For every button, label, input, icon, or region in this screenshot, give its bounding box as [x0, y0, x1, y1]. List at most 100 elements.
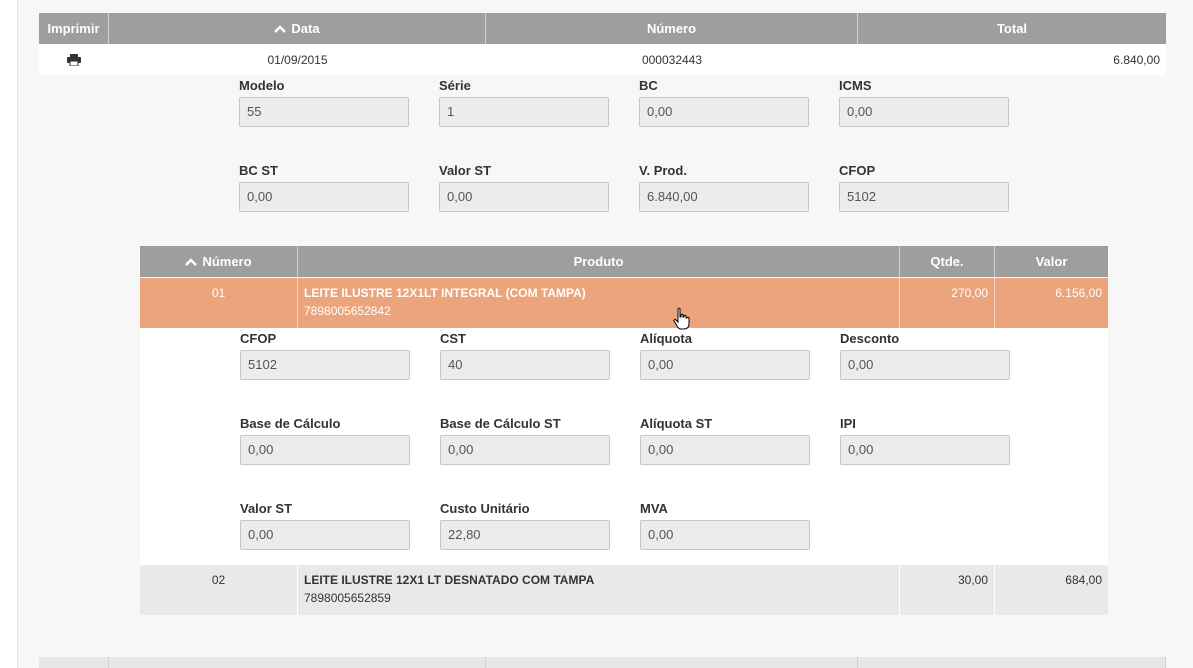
- items-table-header: Número Produto Qtde. Valor: [140, 246, 1108, 277]
- items-col-valor[interactable]: Valor: [995, 246, 1108, 277]
- bc-st-input[interactable]: 0,00: [239, 182, 409, 212]
- bc-st-label: BC ST: [239, 163, 278, 178]
- item-cst-input[interactable]: 40: [440, 350, 610, 380]
- note-total: 6.840,00: [1113, 52, 1160, 67]
- item-aliquota-input[interactable]: 0,00: [640, 350, 810, 380]
- item-row[interactable]: 02 LEITE ILUSTRE 12X1 LT DESNATADO COM T…: [140, 565, 1108, 615]
- item-produto-name: LEITE ILUSTRE 12X1LT INTEGRAL (COM TAMPA…: [304, 286, 586, 300]
- item-mva-input[interactable]: 0,00: [640, 520, 810, 550]
- item-base-calculo-label: Base de Cálculo: [240, 416, 341, 431]
- item-valor-st-input[interactable]: 0,00: [240, 520, 410, 550]
- next-note-row[interactable]: [39, 657, 1166, 668]
- item-ipi-label: IPI: [840, 416, 856, 431]
- item-valor: 684,00: [1065, 573, 1102, 587]
- col-header-data[interactable]: Data: [109, 13, 486, 44]
- items-col-qtde[interactable]: Qtde.: [900, 246, 995, 277]
- note-number: 000032443: [641, 52, 703, 67]
- bc-input[interactable]: 0,00: [639, 97, 809, 127]
- col-header-data-label: Data: [291, 21, 320, 36]
- note-row[interactable]: 01/09/2015 000032443 6.840,00: [39, 44, 1166, 75]
- notes-table-header: Imprimir Data Número Total: [39, 13, 1166, 44]
- next-date-cell: [109, 657, 486, 668]
- item-mva-label: MVA: [640, 501, 668, 516]
- serie-field: Série 1: [439, 77, 609, 127]
- col-header-imprimir-label: Imprimir: [47, 21, 100, 36]
- item-produto-name: LEITE ILUSTRE 12X1 LT DESNATADO COM TAMP…: [304, 573, 595, 587]
- v-prod-label: V. Prod.: [639, 163, 687, 178]
- item-custo-unitario-input[interactable]: 22,80: [440, 520, 610, 550]
- valor-st-field: Valor ST 0,00: [439, 162, 609, 212]
- item-ipi-input[interactable]: 0,00: [840, 435, 1010, 465]
- item-valor-st-label: Valor ST: [240, 501, 293, 516]
- item-numero: 02: [140, 565, 298, 615]
- next-number-cell: [486, 657, 858, 668]
- bc-field: BC 0,00: [639, 77, 809, 127]
- col-header-total[interactable]: Total: [858, 13, 1166, 44]
- item-desconto-label: Desconto: [840, 331, 900, 346]
- modelo-label: Modelo: [239, 78, 285, 93]
- bc-label: BC: [639, 78, 658, 93]
- item-aliquota-st-field: Alíquota ST 0,00: [640, 415, 810, 465]
- item-desconto-field: Desconto 0,00: [840, 330, 1010, 380]
- item-cst-field: CST 40: [440, 330, 610, 380]
- v-prod-field: V. Prod. 6.840,00: [639, 162, 809, 212]
- item-cfop-input[interactable]: 5102: [240, 350, 410, 380]
- items-col-produto[interactable]: Produto: [298, 246, 900, 277]
- col-header-numero-label: Número: [646, 21, 697, 36]
- cfop-field: CFOP 5102: [839, 162, 1009, 212]
- item-qtde: 30,00: [900, 565, 995, 615]
- serie-label: Série: [439, 78, 471, 93]
- col-header-imprimir[interactable]: Imprimir: [39, 13, 109, 44]
- cfop-input[interactable]: 5102: [839, 182, 1009, 212]
- modelo-input[interactable]: 55: [239, 97, 409, 127]
- item-base-calculo-st-field: Base de Cálculo ST 0,00: [440, 415, 610, 465]
- item-base-calculo-input[interactable]: 0,00: [240, 435, 410, 465]
- items-col-numero-label: Número: [202, 254, 252, 269]
- items-col-numero[interactable]: Número: [140, 246, 298, 277]
- item-custo-unitario-label: Custo Unitário: [440, 501, 530, 516]
- next-print-cell[interactable]: [39, 657, 109, 668]
- item-valor: 6.156,00: [1055, 286, 1102, 300]
- item-aliquota-st-input[interactable]: 0,00: [640, 435, 810, 465]
- item-cfop-field: CFOP 5102: [240, 330, 410, 380]
- item-ipi-field: IPI 0,00: [840, 415, 1010, 465]
- sort-up-icon: [185, 257, 198, 266]
- item-produto-cell: LEITE ILUSTRE 12X1LT INTEGRAL (COM TAMPA…: [298, 278, 900, 328]
- valor-st-input[interactable]: 0,00: [439, 182, 609, 212]
- item-produto-code: 7898005652842: [304, 304, 391, 318]
- icms-input[interactable]: 0,00: [839, 97, 1009, 127]
- item-aliquota-st-label: Alíquota ST: [640, 416, 713, 431]
- col-header-total-label: Total: [996, 21, 1028, 36]
- icms-label: ICMS: [839, 78, 872, 93]
- hand-cursor-icon: [673, 307, 690, 330]
- valor-st-label: Valor ST: [439, 163, 492, 178]
- serie-input[interactable]: 1: [439, 97, 609, 127]
- item-cst-label: CST: [440, 331, 466, 346]
- item-produto-code: 7898005652859: [304, 591, 391, 605]
- item-cfop-label: CFOP: [240, 331, 277, 346]
- bc-st-field: BC ST 0,00: [239, 162, 409, 212]
- item-base-calculo-field: Base de Cálculo 0,00: [240, 415, 410, 465]
- printer-icon[interactable]: [67, 53, 81, 66]
- item-qtde: 270,00: [900, 278, 995, 328]
- icms-field: ICMS 0,00: [839, 77, 1009, 127]
- item-aliquota-label: Alíquota: [640, 331, 692, 346]
- item-base-calculo-st-label: Base de Cálculo ST: [440, 416, 561, 431]
- item-produto-cell: LEITE ILUSTRE 12X1 LT DESNATADO COM TAMP…: [298, 565, 900, 615]
- items-col-produto-label: Produto: [573, 254, 624, 269]
- modelo-field: Modelo 55: [239, 77, 409, 127]
- item-custo-unitario-field: Custo Unitário 22,80: [440, 500, 610, 550]
- item-desconto-input[interactable]: 0,00: [840, 350, 1010, 380]
- sort-up-icon: [274, 24, 287, 33]
- item-aliquota-field: Alíquota 0,00: [640, 330, 810, 380]
- items-col-valor-label: Valor: [1035, 254, 1068, 269]
- item-row-selected[interactable]: 01 LEITE ILUSTRE 12X1LT INTEGRAL (COM TA…: [140, 278, 1108, 328]
- next-total-cell: [858, 657, 1166, 668]
- item-valor-st-field: Valor ST 0,00: [240, 500, 410, 550]
- item-base-calculo-st-input[interactable]: 0,00: [440, 435, 610, 465]
- v-prod-input[interactable]: 6.840,00: [639, 182, 809, 212]
- item-mva-field: MVA 0,00: [640, 500, 810, 550]
- item-numero: 01: [140, 278, 298, 328]
- print-cell[interactable]: [39, 44, 109, 75]
- col-header-numero[interactable]: Número: [486, 13, 858, 44]
